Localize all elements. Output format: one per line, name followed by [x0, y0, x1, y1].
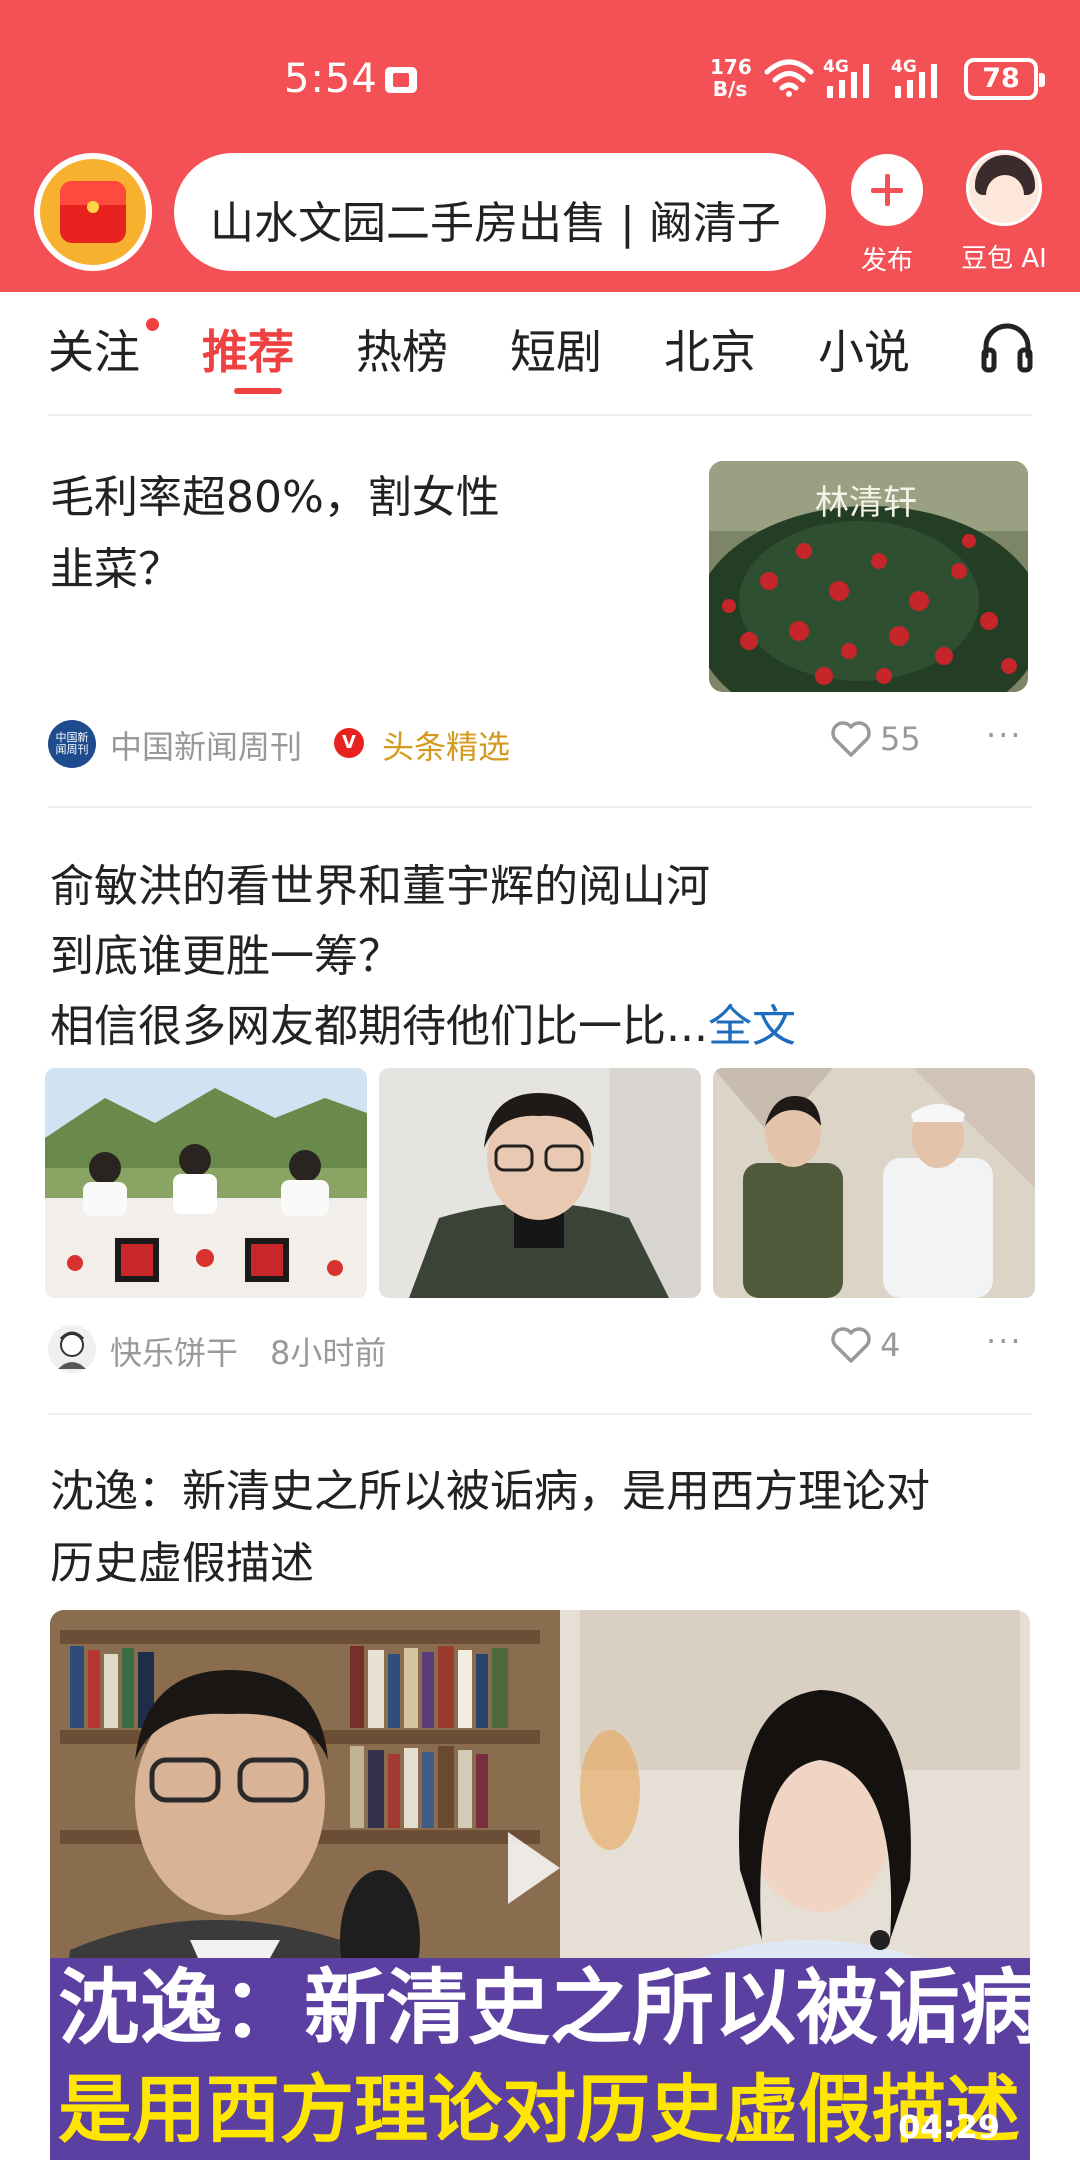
tab-recommend[interactable]: 推荐	[202, 316, 294, 382]
full-text-link[interactable]: 全文	[708, 1001, 796, 1052]
publish-button[interactable]: 发布	[845, 154, 929, 277]
notification-app-icon	[385, 67, 417, 93]
svg-text:4G: 4G	[891, 57, 917, 77]
status-time: 5:54	[284, 56, 378, 102]
battery-icon: 78	[964, 58, 1045, 100]
two-men-image	[713, 1068, 1035, 1298]
article-1-like-button[interactable]: 55	[830, 720, 921, 758]
svg-text:4G: 4G	[823, 57, 849, 77]
article-2-source[interactable]: 快乐饼干	[110, 1328, 238, 1374]
article-3-video[interactable]: 沈逸：新清史之所以被诟病 是用西方理论对历史虚假描述 04:29	[50, 1610, 1030, 2160]
source-avatar[interactable]: 中国新闻周刊	[48, 720, 96, 768]
thumbnail-brand-text: 林清轩	[815, 483, 917, 523]
top-header: 5:54 176 B/s 4G 4G 78 山水文园二手房出售 | 阚清子 发布	[0, 0, 1080, 292]
verified-icon: V	[334, 728, 364, 758]
article-2-time: 8小时前	[270, 1334, 387, 1372]
tab-follow[interactable]: 关注	[48, 316, 140, 382]
tab-hot-list[interactable]: 热榜	[356, 316, 448, 382]
video-duration: 04:29	[898, 2108, 1000, 2146]
publish-label: 发布	[860, 246, 913, 276]
doubao-avatar-icon	[966, 150, 1042, 226]
like-count: 4	[880, 1326, 901, 1364]
tab-beijing[interactable]: 北京	[664, 316, 756, 382]
app-logo-button[interactable]	[34, 153, 152, 271]
article-1-title[interactable]: 毛利率超80%，割女性 韭菜？	[50, 462, 650, 606]
signal-4g-icon-2: 4G	[891, 57, 937, 98]
video-caption-line-2: 是用西方理论对历史虚假描述	[50, 2060, 1030, 2160]
article-2-like-button[interactable]: 4	[830, 1326, 900, 1364]
featured-tag: 头条精选	[382, 728, 511, 766]
network-speed: 176 B/s	[710, 55, 752, 101]
play-icon[interactable]	[508, 1832, 560, 1904]
video-caption-line-1: 沈逸：新清史之所以被诟病	[50, 1958, 1030, 2060]
signal-4g-icon: 4G	[823, 57, 869, 98]
search-suggestion-text: 山水文园二手房出售 | 阚清子	[210, 198, 781, 249]
doubao-ai-button[interactable]: 豆包 AI	[952, 150, 1056, 275]
tab-short-drama[interactable]: 短剧	[510, 316, 602, 382]
man-portrait-image	[379, 1068, 701, 1298]
article-2-image-2[interactable]	[379, 1068, 701, 1298]
more-options-icon[interactable]: ···	[986, 716, 1023, 754]
source-avatar[interactable]	[48, 1325, 96, 1373]
feed-divider	[48, 806, 1032, 808]
active-tab-indicator	[234, 388, 282, 394]
plus-icon	[851, 154, 923, 226]
tab-follow-badge	[146, 318, 159, 331]
heart-icon	[831, 721, 871, 757]
feed-divider	[48, 1413, 1032, 1415]
article-2-title[interactable]: 俞敏洪的看世界和董宇辉的阅山河 到底谁更胜一筹？ 相信很多网友都期待他们比一比.…	[50, 852, 1050, 1062]
article-1-thumbnail[interactable]: 林清轩	[709, 461, 1028, 692]
headphones-icon[interactable]	[980, 320, 1034, 374]
heart-icon	[831, 1327, 871, 1363]
tabs-divider	[48, 414, 1032, 416]
article-1-source[interactable]: 中国新闻周刊	[110, 722, 302, 768]
wifi-icon	[764, 59, 814, 97]
toutiao-logo-icon	[60, 181, 126, 243]
outdoor-table-scene-image	[45, 1068, 367, 1298]
doubao-ai-label: 豆包 AI	[961, 244, 1047, 274]
search-input[interactable]: 山水文园二手房出售 | 阚清子	[174, 153, 826, 271]
more-options-icon[interactable]: ···	[986, 1322, 1023, 1360]
article-2-image-3[interactable]	[713, 1068, 1035, 1298]
channel-tabs: 关注 推荐 热榜 短剧 北京 小说	[0, 300, 1080, 410]
article-3-title[interactable]: 沈逸：新清史之所以被诟病，是用西方理论对 历史虚假描述	[50, 1456, 1050, 1600]
cartoon-avatar-icon	[48, 1325, 96, 1373]
like-count: 55	[880, 720, 921, 758]
tab-novel[interactable]: 小说	[818, 316, 910, 382]
article-2-image-1[interactable]	[45, 1068, 367, 1298]
